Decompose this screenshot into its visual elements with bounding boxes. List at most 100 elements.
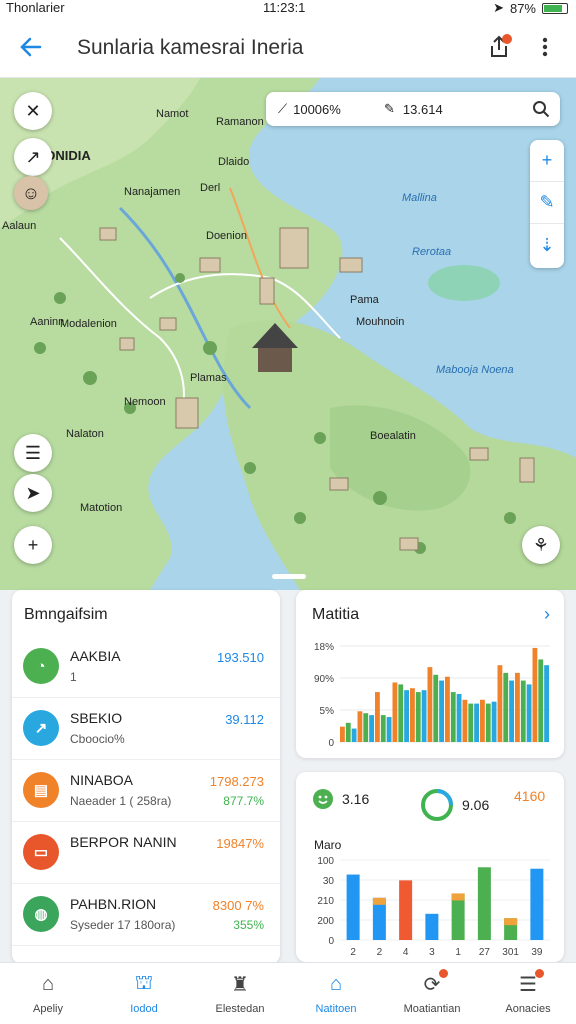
list-item-value: 8300 7% — [212, 898, 264, 913]
search-icon[interactable] — [532, 100, 550, 118]
y-tick-label: 30 — [323, 876, 335, 887]
y-tick-label: 100 — [317, 856, 334, 867]
list-item[interactable]: ▤ NINABOA Naeader 1 ( 258ra) 1798.273 877.7% — [12, 760, 280, 822]
y-tick-label: 200 — [317, 916, 334, 927]
chart-bar — [503, 672, 509, 742]
chart-bar — [530, 868, 544, 940]
map-label: Doenion — [206, 230, 247, 242]
measure-button[interactable]: ⇣ — [530, 224, 564, 266]
chart-bar — [474, 703, 479, 742]
map-view[interactable]: DNIDIA Namot Ramanon Dlaido Nanajamen De… — [0, 78, 576, 590]
person-icon: ☺ — [21, 182, 41, 203]
draw-button[interactable]: ✎ — [530, 182, 564, 224]
map-filter-a[interactable]: ⟋ 10006% — [278, 101, 341, 117]
notification-badge — [439, 969, 448, 978]
chart-bar — [415, 692, 421, 742]
locate-button[interactable]: ⚘ — [522, 526, 560, 564]
chart-bar — [421, 690, 427, 742]
map-label: Mallina — [402, 192, 437, 204]
list-item-name: PAHBN.RION — [70, 896, 157, 912]
x-tick-label: 301 — [502, 947, 519, 958]
stats-bar-chart: 100 30 210 200 0 2 2 4 3 1 27 301 39 — [317, 856, 550, 958]
globe-icon: ◍ — [23, 896, 59, 932]
app-bar: Sunlaria kamesrai Ineria — [0, 18, 576, 78]
status-bar: Thonlarier 11:23:1 ➤ 87% — [0, 0, 576, 18]
chart-bar — [477, 867, 491, 940]
chart-bar — [380, 715, 386, 742]
nav-tab-4[interactable]: ⌂ Natitoen — [288, 963, 384, 1024]
y-tick-label: 0 — [328, 738, 334, 749]
map-label: Pama — [350, 294, 379, 306]
map-label: Derl — [200, 182, 221, 194]
map-search-bar[interactable]: ⟋ 10006% ✎ 13.614 — [266, 92, 560, 126]
map-tools: + ✎ ⇣ — [530, 140, 564, 268]
y-tick-label: 0 — [328, 936, 334, 947]
compass-button[interactable]: ➤ — [14, 474, 52, 512]
list-item[interactable]: ◍ PAHBN.RION Syseder 17 180ora) 8300 7% 355% — [12, 884, 280, 946]
list-item-name: AAKBIA — [70, 648, 121, 664]
map-label: Ramanon — [216, 116, 264, 128]
chart-bar — [392, 682, 398, 742]
list-item-name: BERPOR NANIN — [70, 834, 177, 850]
arrow-up-right-icon: ↗ — [23, 710, 59, 746]
chart-bar — [450, 692, 456, 742]
chart-bar — [427, 667, 433, 742]
nav-tab-6[interactable]: ☰ Aonacies — [480, 963, 576, 1024]
map-label: Plamas — [190, 372, 227, 384]
y-tick-label: 18% — [314, 642, 334, 653]
nav-icon: ⌂ — [329, 972, 343, 995]
list-item[interactable]: ↗ SBEKIO Cboocio% 39.112 — [12, 698, 280, 760]
more-vert-icon[interactable] — [532, 32, 558, 62]
chart-bar — [480, 699, 485, 742]
map-label: Rerotaa — [412, 246, 452, 258]
list-item-secondary-value: 355% — [233, 918, 264, 932]
nav-tab-2[interactable]: ⛫ Iodod — [96, 963, 192, 1024]
notification-button[interactable] — [484, 32, 514, 62]
nav-tab-5[interactable]: ⟳ Moatiantian — [384, 963, 480, 1024]
drag-handle[interactable] — [272, 574, 306, 579]
status-icons: ➤ 87% — [493, 0, 568, 16]
notification-dot — [502, 34, 512, 44]
x-tick-label: 27 — [479, 947, 491, 958]
nav-icon: ♜ — [231, 973, 249, 996]
user-avatar[interactable]: ☺ — [14, 176, 48, 210]
close-map-button[interactable]: ✕ — [14, 92, 52, 130]
metrics-card[interactable]: Matitia › 18% 90% 5% 0 — [296, 590, 564, 758]
nav-icon: ⟳ — [419, 969, 448, 997]
map-label: Matotion — [80, 502, 123, 514]
list-item-value: 193.510 — [217, 650, 264, 665]
nav-label: Natitoen — [315, 1003, 357, 1015]
chart-bar — [399, 880, 413, 940]
chart-bar — [363, 713, 369, 742]
zoom-in-button[interactable]: + — [14, 526, 52, 564]
chart-bar — [509, 680, 514, 742]
chart-bar — [404, 690, 409, 742]
layers-icon: ☰ — [24, 442, 42, 463]
nav-label: Elestedan — [215, 1003, 265, 1015]
list-item[interactable]: ▭ BERPOR NANIN 19847% — [12, 822, 280, 884]
map-filter-b[interactable]: ✎ 13.614 — [384, 101, 443, 117]
pie-chart-icon: ◔ — [23, 648, 59, 684]
summary-card: Bmngaifsim ◔ AAKBIA 1 193.510 ↗ SBEKIO Cboocio… — [12, 590, 280, 964]
chart-bar-cap — [504, 918, 518, 926]
list-item-name: SBEKIO — [70, 710, 123, 726]
chart-bar — [544, 665, 549, 742]
add-marker-button[interactable]: + — [530, 140, 564, 182]
chart-bar — [462, 699, 468, 742]
nav-tab-3[interactable]: ♜ Elestedan — [192, 963, 288, 1024]
map-label: DNIDIA — [46, 148, 91, 163]
directions-button[interactable]: ↗ — [14, 138, 52, 176]
y-tick-label: 90% — [314, 674, 334, 685]
map-label: Namot — [156, 108, 189, 120]
layers-button[interactable]: ☰ — [14, 434, 52, 472]
list-item-secondary-value: 877.7% — [223, 794, 264, 808]
back-arrow-icon[interactable] — [16, 32, 46, 62]
chart-bar — [439, 680, 444, 742]
battery-icon — [542, 2, 568, 14]
chart-bar — [398, 684, 404, 742]
chart-bar — [485, 703, 491, 742]
nav-tab-1[interactable]: ⌂ Apeliy — [0, 963, 96, 1024]
map-label: Dlaido — [218, 156, 250, 168]
map-label: Nemoon — [124, 396, 166, 408]
list-item[interactable]: ◔ AAKBIA 1 193.510 — [12, 636, 280, 698]
